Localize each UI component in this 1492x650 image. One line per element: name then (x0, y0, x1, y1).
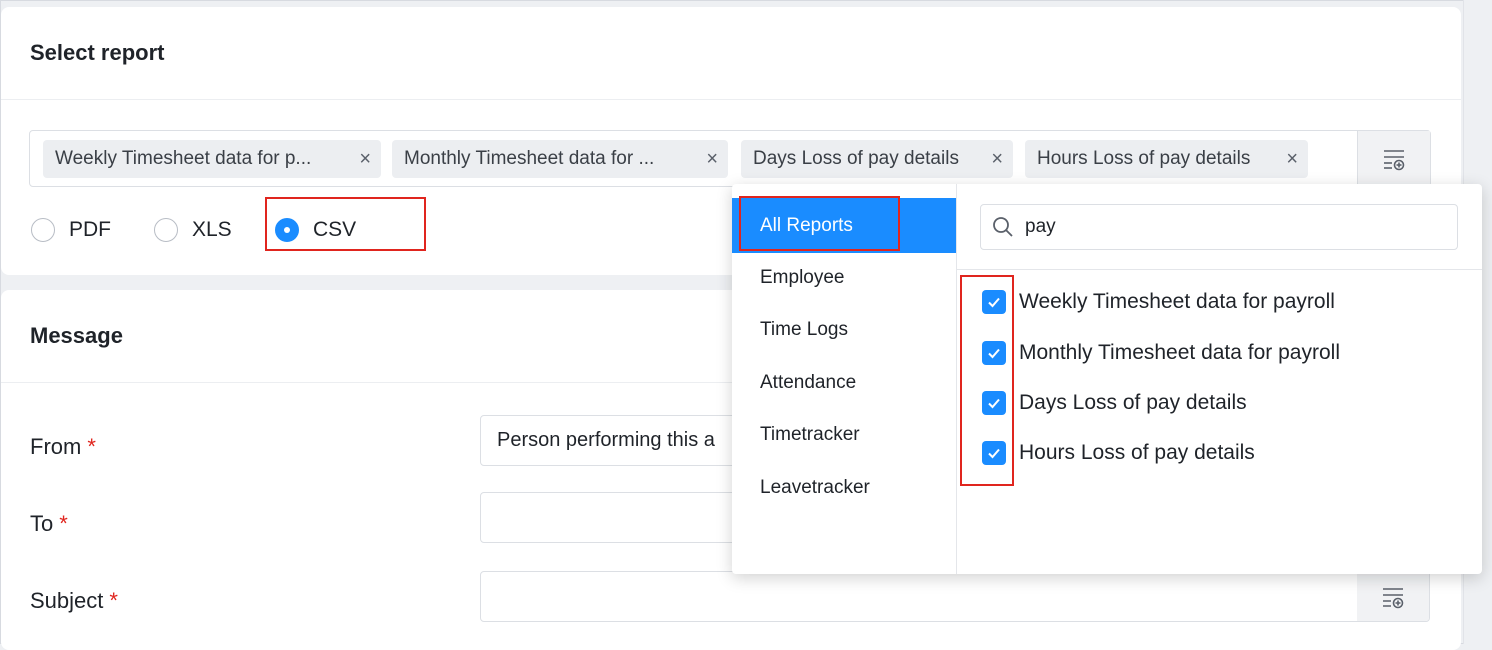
report-tag-label: Days Loss of pay details (753, 148, 959, 169)
close-icon[interactable]: × (706, 140, 718, 178)
subject-field[interactable] (480, 571, 1430, 622)
report-option-label: Hours Loss of pay details (1019, 441, 1255, 464)
report-option[interactable]: Monthly Timesheet data for payroll (982, 341, 1340, 365)
checkbox-highlight-box (960, 275, 1014, 486)
format-xls-option[interactable]: XLS (154, 218, 232, 242)
report-tag-label: Weekly Timesheet data for p... (55, 148, 312, 169)
report-option[interactable]: Days Loss of pay details (982, 391, 1247, 415)
close-icon[interactable]: × (991, 140, 1003, 178)
report-option[interactable]: Weekly Timesheet data for payroll (982, 290, 1335, 314)
report-tag: Days Loss of pay details × (741, 140, 1013, 178)
report-option-label: Monthly Timesheet data for payroll (1019, 341, 1340, 364)
category-employee[interactable]: Employee (732, 250, 956, 305)
all-reports-highlight-box (739, 196, 900, 251)
from-label-text: From (30, 434, 82, 459)
report-tag-label: Hours Loss of pay details (1037, 148, 1251, 169)
to-label-text: To (30, 511, 54, 536)
required-mark: * (59, 511, 68, 536)
radio-xls[interactable] (154, 218, 178, 242)
category-timetracker[interactable]: Timetracker (732, 407, 956, 462)
to-label: To * (30, 511, 68, 537)
report-search-box (980, 204, 1458, 250)
subject-label: Subject * (30, 588, 118, 614)
report-picker-button[interactable] (1357, 131, 1430, 186)
report-tag: Weekly Timesheet data for p... × (43, 140, 381, 178)
close-icon[interactable]: × (359, 140, 371, 178)
report-tag-label: Monthly Timesheet data for ... (404, 148, 655, 169)
from-label: From * (30, 434, 96, 460)
select-report-title: Select report (30, 40, 165, 65)
radio-pdf[interactable] (31, 218, 55, 242)
report-picker-dropdown: All Reports Employee Time Logs Attendanc… (732, 184, 1482, 574)
report-option[interactable]: Hours Loss of pay details (982, 441, 1255, 465)
category-time-logs[interactable]: Time Logs (732, 302, 956, 357)
category-attendance[interactable]: Attendance (732, 355, 956, 410)
report-picker-icon (1383, 587, 1404, 608)
subject-picker-button[interactable] (1357, 572, 1429, 621)
required-mark: * (87, 434, 96, 459)
message-title: Message (30, 323, 123, 348)
divider (957, 269, 1482, 270)
report-tag-input[interactable]: Weekly Timesheet data for p... × Monthly… (29, 130, 1431, 187)
search-icon (993, 217, 1013, 237)
subject-label-text: Subject (30, 588, 104, 613)
format-pdf-option[interactable]: PDF (31, 218, 111, 242)
required-mark: * (109, 588, 118, 613)
format-xls-label: XLS (192, 218, 232, 241)
report-search-input[interactable] (1023, 215, 1447, 239)
close-icon[interactable]: × (1286, 140, 1298, 178)
csv-highlight-box (265, 197, 426, 251)
report-option-label: Days Loss of pay details (1019, 391, 1247, 414)
divider (1, 99, 1461, 100)
report-tag: Hours Loss of pay details × (1025, 140, 1308, 178)
category-leavetracker[interactable]: Leavetracker (732, 460, 956, 515)
report-tag: Monthly Timesheet data for ... × (392, 140, 728, 178)
report-option-label: Weekly Timesheet data for payroll (1019, 290, 1335, 313)
format-pdf-label: PDF (69, 218, 111, 241)
report-picker-icon (1384, 149, 1405, 170)
